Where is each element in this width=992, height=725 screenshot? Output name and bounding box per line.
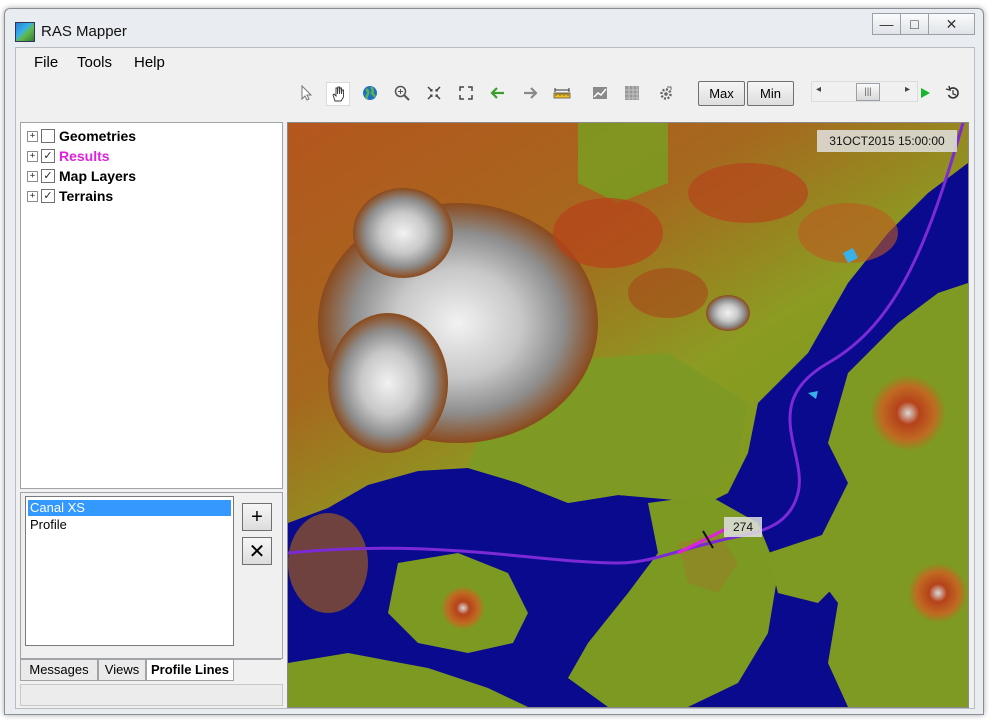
min-button[interactable]: Min bbox=[747, 81, 794, 106]
tree-label-terrains: Terrains bbox=[59, 188, 114, 204]
terrain-map[interactable] bbox=[288, 123, 968, 707]
layer-tree: + Geometries + ✓ Results + ✓ Map Layers … bbox=[20, 122, 283, 489]
tree-label-map-layers: Map Layers bbox=[59, 168, 137, 184]
time-label: 31OCT2015 15:00:00 bbox=[817, 130, 957, 152]
pointer-icon[interactable] bbox=[296, 82, 318, 104]
list-item-profile[interactable]: Profile bbox=[28, 517, 231, 533]
menu-file[interactable]: File bbox=[34, 54, 58, 71]
zoom-in-icon[interactable] bbox=[391, 82, 413, 104]
checkbox-map-layers[interactable]: ✓ bbox=[41, 169, 55, 183]
slider-thumb[interactable]: ||| bbox=[856, 83, 880, 101]
globe-icon[interactable] bbox=[359, 82, 381, 104]
remove-profile-button[interactable]: ✕ bbox=[242, 537, 272, 565]
checkbox-results[interactable]: ✓ bbox=[41, 149, 55, 163]
title-bar[interactable]: RAS Mapper — □ ✕ bbox=[5, 9, 983, 47]
tab-views[interactable]: Views bbox=[98, 660, 146, 681]
menu-tools[interactable]: Tools bbox=[77, 54, 112, 71]
tree-item-map-layers[interactable]: + ✓ Map Layers bbox=[27, 167, 136, 185]
expand-icon[interactable]: + bbox=[27, 150, 38, 162]
minimize-button[interactable]: — bbox=[872, 13, 901, 35]
profile-plot-icon[interactable] bbox=[589, 82, 611, 104]
app-logo-icon bbox=[15, 22, 35, 42]
tab-profile-lines[interactable]: Profile Lines bbox=[146, 660, 234, 681]
tab-messages[interactable]: Messages bbox=[20, 660, 98, 681]
client-area: File Tools Help Max Min ◂ ||| ▸ + Geomet… bbox=[15, 47, 975, 709]
raster-icon[interactable] bbox=[621, 82, 643, 104]
window-controls: — □ ✕ bbox=[872, 13, 975, 35]
tree-item-geometries[interactable]: + Geometries bbox=[27, 127, 136, 145]
tree-item-terrains[interactable]: + ✓ Terrains bbox=[27, 187, 113, 205]
expand-icon[interactable]: + bbox=[27, 170, 38, 182]
value-label: 274 bbox=[724, 517, 762, 537]
expand-icon[interactable]: + bbox=[27, 190, 38, 202]
settings-gear-icon[interactable] bbox=[655, 82, 677, 104]
close-button[interactable]: ✕ bbox=[928, 13, 975, 35]
slider-right-arrow-icon[interactable]: ▸ bbox=[905, 84, 910, 95]
back-arrow-icon[interactable] bbox=[487, 82, 509, 104]
tree-label-geometries: Geometries bbox=[59, 128, 137, 144]
measure-ruler-icon[interactable] bbox=[551, 82, 573, 104]
maximize-button[interactable]: □ bbox=[900, 13, 929, 35]
checkbox-terrains[interactable]: ✓ bbox=[41, 189, 55, 203]
add-profile-button[interactable]: + bbox=[242, 503, 272, 531]
max-button[interactable]: Max bbox=[698, 81, 745, 106]
forward-arrow-icon[interactable] bbox=[519, 82, 541, 104]
list-item-canal-xs[interactable]: Canal XS bbox=[28, 500, 231, 516]
checkbox-geometries[interactable] bbox=[41, 129, 55, 143]
bottom-tabs: Messages Views Profile Lines bbox=[20, 659, 281, 682]
window-title: RAS Mapper bbox=[41, 23, 127, 40]
status-bar bbox=[20, 684, 283, 706]
app-window: RAS Mapper — □ ✕ File Tools Help Max Min… bbox=[4, 8, 984, 715]
profile-lines-panel: Canal XS Profile + ✕ bbox=[20, 492, 283, 659]
profile-list[interactable]: Canal XS Profile bbox=[25, 496, 234, 646]
toolbar: Max Min ◂ ||| ▸ bbox=[16, 78, 974, 110]
slider-left-arrow-icon[interactable]: ◂ bbox=[816, 84, 821, 95]
reset-icon[interactable] bbox=[942, 82, 964, 104]
time-slider[interactable]: ◂ ||| ▸ bbox=[811, 81, 918, 102]
menu-bar: File Tools Help bbox=[16, 48, 974, 74]
expand-icon[interactable]: + bbox=[27, 130, 38, 142]
tree-item-results[interactable]: + ✓ Results bbox=[27, 147, 110, 165]
full-extent-icon[interactable] bbox=[455, 82, 477, 104]
zoom-extents-icon[interactable] bbox=[423, 82, 445, 104]
play-icon[interactable] bbox=[914, 82, 936, 104]
tree-label-results: Results bbox=[59, 148, 110, 164]
pan-hand-icon[interactable] bbox=[326, 82, 350, 106]
map-view[interactable]: 31OCT2015 15:00:00 274 bbox=[287, 122, 969, 708]
menu-help[interactable]: Help bbox=[134, 54, 165, 71]
